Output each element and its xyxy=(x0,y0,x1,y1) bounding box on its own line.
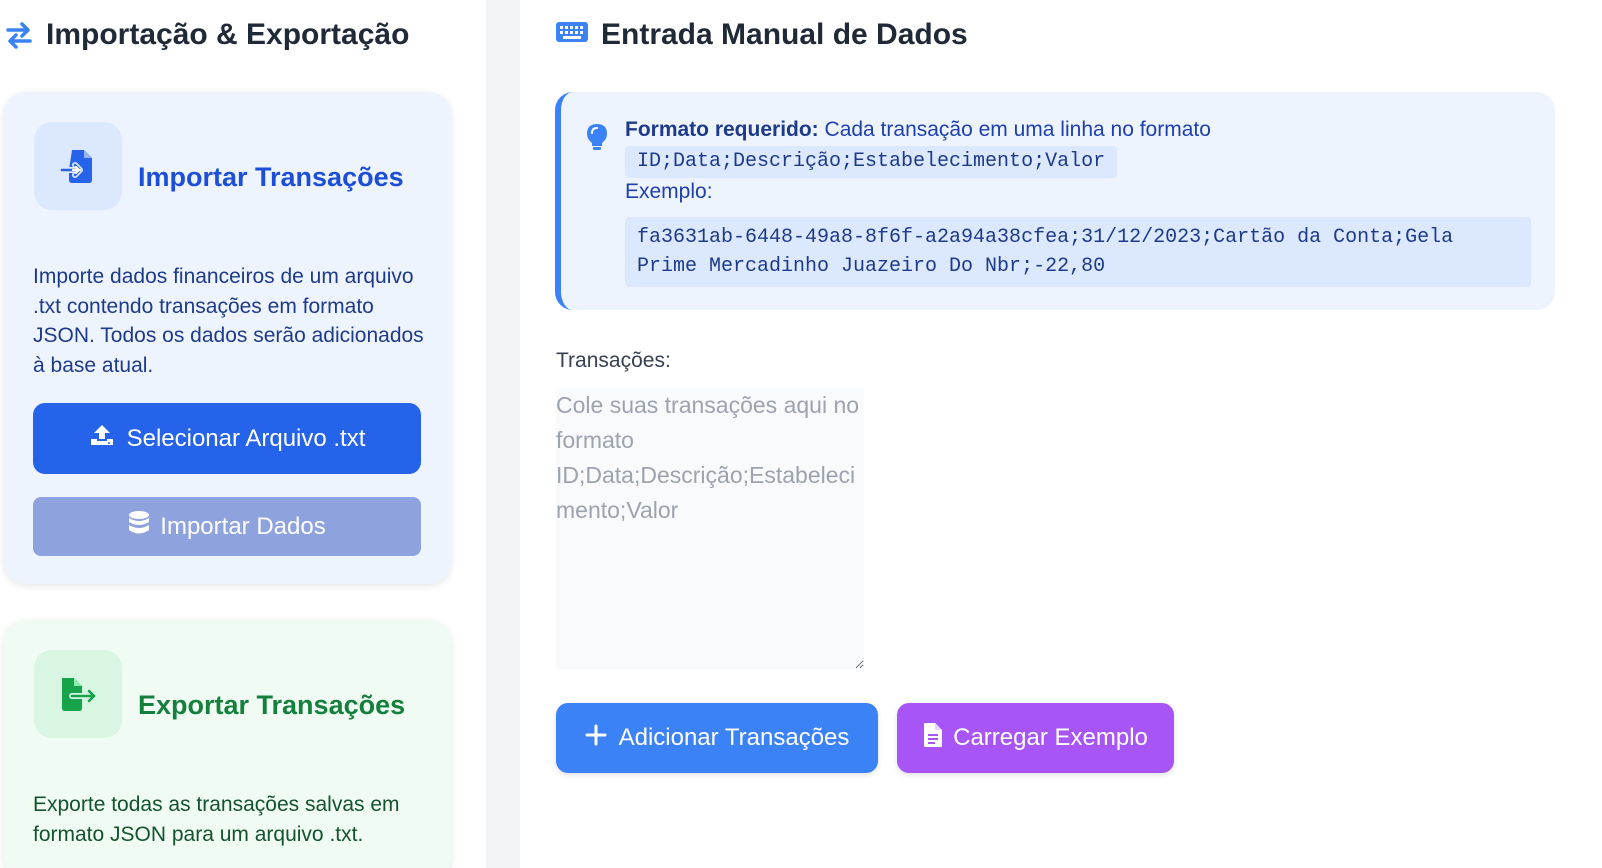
import-export-panel: Importação & Exportação Importar Transaç… xyxy=(0,0,486,868)
column-divider xyxy=(486,0,520,868)
format-description: Formato requerido: Cada transação em uma… xyxy=(625,118,1211,142)
import-card-title: Importar Transações xyxy=(138,162,404,192)
import-data-button[interactable]: Importar Dados xyxy=(33,497,421,556)
arrows-exchange-icon xyxy=(4,20,34,50)
load-example-button[interactable]: Carregar Exemplo xyxy=(897,703,1174,773)
transactions-textarea[interactable] xyxy=(556,388,864,669)
format-code: ID;Data;Descrição;Estabelecimento;Valor xyxy=(625,146,1118,178)
import-card-description: Importe dados financeiros de um arquivo … xyxy=(33,265,424,377)
load-example-label: Carregar Exemplo xyxy=(953,724,1148,751)
panel-title-text: Importação & Exportação xyxy=(46,18,410,51)
database-icon xyxy=(128,510,150,543)
import-data-label: Importar Dados xyxy=(160,512,326,540)
keyboard-icon xyxy=(555,18,589,52)
select-file-button[interactable]: Selecionar Arquivo .txt xyxy=(33,403,421,474)
manual-entry-title: Entrada Manual de Dados xyxy=(555,18,968,52)
select-file-label: Selecionar Arquivo .txt xyxy=(126,424,366,452)
file-import-icon xyxy=(34,122,122,210)
add-transactions-label: Adicionar Transações xyxy=(618,724,850,751)
example-code-line: Prime Mercadinho Juazeiro Do Nbr;-22,80 xyxy=(637,255,1106,278)
format-required-label: Formato requerido: xyxy=(625,118,819,141)
upload-icon xyxy=(89,422,115,455)
export-card-title: Exportar Transações xyxy=(138,690,406,720)
plus-icon xyxy=(585,724,607,753)
import-card: Importar Transações Importe dados financ… xyxy=(4,92,451,584)
file-export-icon xyxy=(34,650,122,738)
example-label: Exemplo: xyxy=(625,180,713,203)
add-transactions-button[interactable]: Adicionar Transações xyxy=(556,703,878,773)
lightbulb-icon xyxy=(585,122,609,159)
export-card-description: Exporte todas as transações salvas em fo… xyxy=(33,793,400,846)
example-code-line: fa3631ab-6448-49a8-8f6f-a2a94a38cfea;31/… xyxy=(637,226,1454,249)
example-code: fa3631ab-6448-49a8-8f6f-a2a94a38cfea;31/… xyxy=(625,217,1531,287)
format-description-text: Cada transação em uma linha no formato xyxy=(818,118,1211,141)
transactions-label: Transações: xyxy=(556,349,671,372)
file-text-icon xyxy=(923,722,943,755)
export-card: Exportar Transações Exporte todas as tra… xyxy=(4,620,451,868)
panel-title: Importação & Exportação xyxy=(4,18,409,52)
manual-entry-title-text: Entrada Manual de Dados xyxy=(601,18,968,51)
format-info-box: Formato requerido: Cada transação em uma… xyxy=(555,92,1555,310)
